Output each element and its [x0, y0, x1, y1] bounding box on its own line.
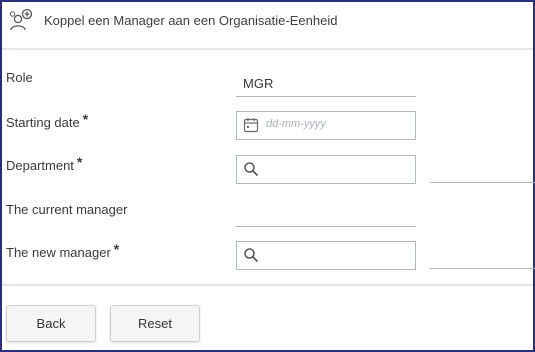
new-manager-name-underline	[430, 268, 535, 269]
role-value: MGR	[243, 76, 274, 91]
starting-date-placeholder: dd-mm-yyyy	[266, 118, 326, 130]
department-label: Department *	[6, 154, 83, 173]
department-name-underline	[430, 182, 535, 183]
starting-date-input[interactable]: dd-mm-yyyy	[236, 111, 416, 140]
page-title: Koppel een Manager aan een Organisatie-E…	[44, 13, 338, 28]
search-icon[interactable]	[243, 161, 259, 177]
new-manager-search-input[interactable]	[236, 241, 416, 270]
role-field-underline	[236, 96, 416, 97]
footer-divider	[2, 284, 533, 286]
required-marker: *	[113, 241, 120, 257]
required-marker: *	[82, 111, 89, 127]
department-search-input[interactable]	[236, 155, 416, 184]
calendar-icon[interactable]	[243, 117, 259, 133]
page-header: Koppel een Manager aan een Organisatie-E…	[2, 2, 533, 50]
reset-button[interactable]: Reset	[110, 305, 200, 342]
current-manager-underline	[236, 226, 416, 227]
search-icon[interactable]	[243, 247, 259, 263]
back-button[interactable]: Back	[6, 305, 96, 342]
starting-date-label: Starting date *	[6, 111, 89, 130]
current-manager-label: The current manager	[6, 202, 128, 217]
new-manager-label: The new manager *	[6, 241, 120, 260]
link-manager-icon	[8, 8, 34, 34]
required-marker: *	[76, 154, 83, 170]
role-label: Role	[6, 70, 33, 85]
